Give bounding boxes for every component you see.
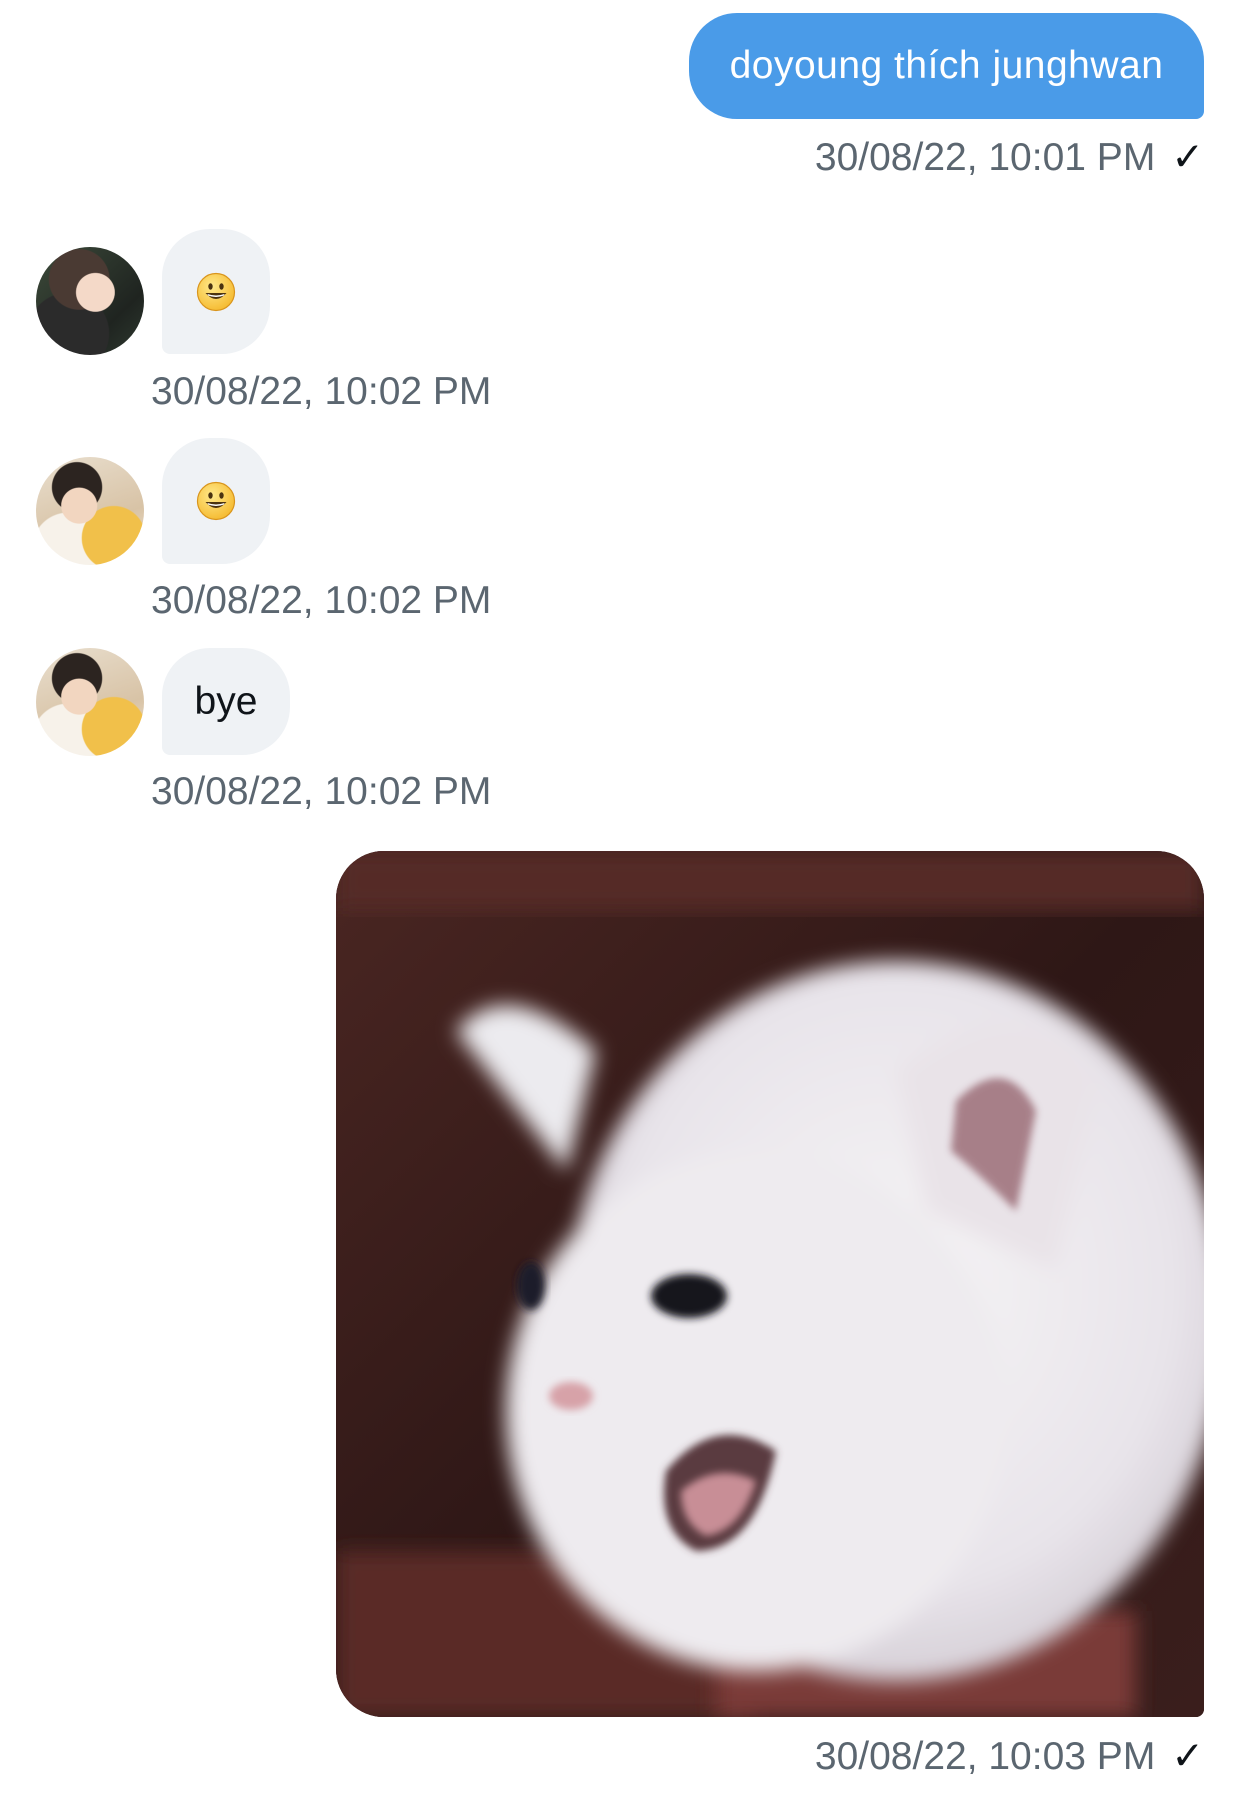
incoming-message-bubble[interactable] [162,229,270,354]
outgoing-message-bubble[interactable]: doyoung thích junghwan [689,13,1204,119]
smiley-emoji-icon [196,272,236,311]
message-timestamp: 30/08/22, 10:03 PM [814,1735,1156,1778]
message-text: bye [194,680,258,723]
incoming-message-bubble[interactable] [162,438,270,564]
message-timestamp: 30/08/22, 10:02 PM [151,579,492,622]
message-timestamp-row: 30/08/22, 10:01 PM ✓ [815,135,1204,181]
incoming-message-bubble[interactable]: bye [162,648,290,755]
avatar[interactable] [36,247,144,355]
smiley-emoji-icon [196,481,236,521]
message-text: doyoung thích junghwan [729,44,1164,87]
message-timestamp-row: 30/08/22, 10:03 PM ✓ [815,1734,1204,1780]
message-timestamp: 30/08/22, 10:02 PM [151,770,492,813]
sent-checkmark-icon: ✓ [1171,136,1204,179]
outgoing-image-message[interactable] [336,851,1204,1717]
message-timestamp: 30/08/22, 10:02 PM [151,370,492,413]
message-timestamp: 30/08/22, 10:01 PM [814,136,1156,179]
white-kitten-photo [336,851,1204,1717]
sent-checkmark-icon: ✓ [1171,1735,1204,1778]
avatar[interactable] [36,648,144,756]
avatar[interactable] [36,457,144,565]
